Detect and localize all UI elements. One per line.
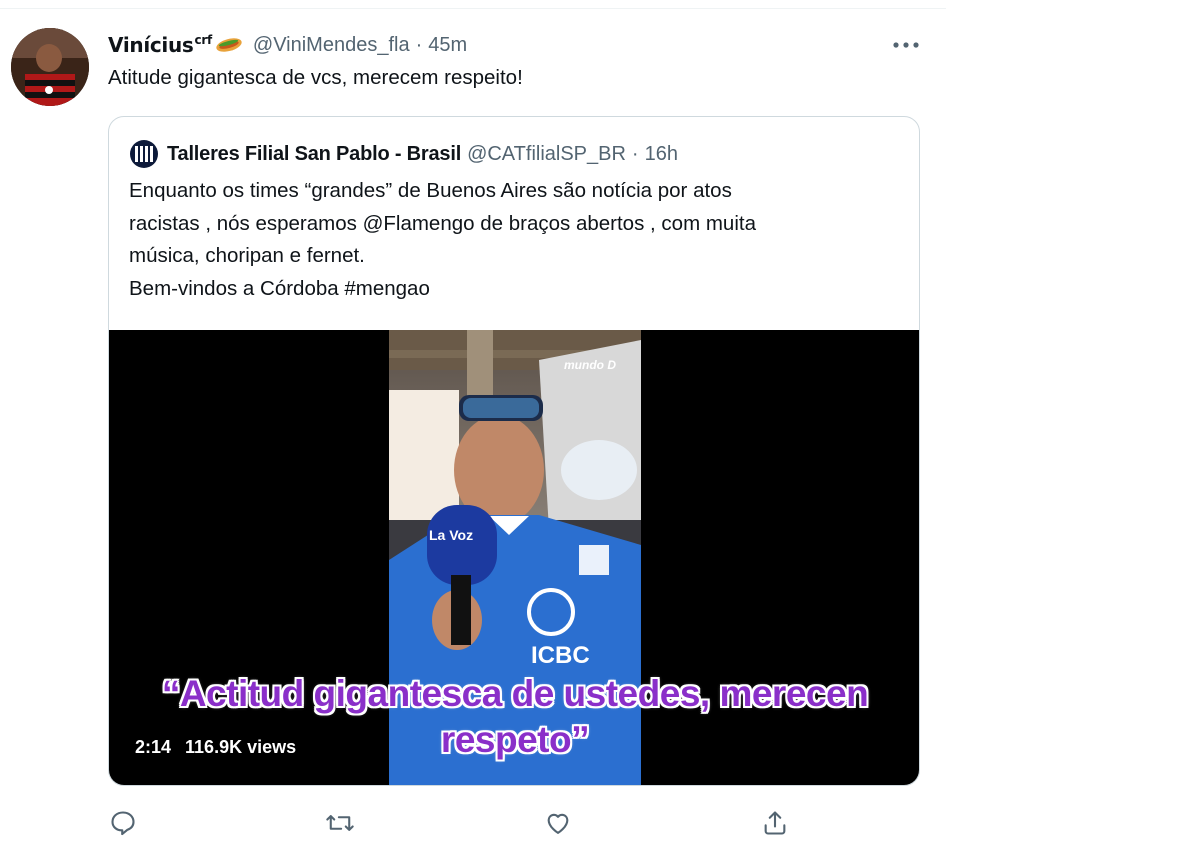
quote-text-line: Bem-vindos a Córdoba #mengao	[129, 276, 430, 300]
author-name-text[interactable]: Vinícius	[108, 33, 194, 57]
mic-label-text: La Voz	[429, 527, 473, 543]
video-player[interactable]: ICBC La Voz mundo D “Actitud gigantesca …	[109, 330, 919, 785]
author-handle[interactable]: @ViniMendes_fla	[253, 34, 410, 57]
tweet-text: Atitude gigantesca de vcs, merecem respe…	[108, 66, 523, 89]
quote-author-handle[interactable]: @CATfilialSP_BR	[467, 143, 626, 166]
quoted-tweet-card[interactable]: Talleres Filial San Pablo - Brasil @CATf…	[108, 116, 920, 786]
share-icon	[764, 811, 786, 835]
avatar-image	[11, 28, 89, 106]
avatar[interactable]	[11, 28, 89, 106]
video-subtitle-line1: “Actitud gigantesca de ustedes, merecen	[161, 673, 869, 714]
author-name-suffix: crf	[194, 33, 213, 48]
video-stats: 2:14 116.9K views	[135, 737, 310, 758]
video-views: 116.9K views	[185, 737, 297, 757]
shirt-sponsor-text: ICBC	[531, 642, 590, 669]
reply-button[interactable]	[106, 806, 140, 840]
sandwich-emoji-icon	[216, 38, 242, 52]
quote-time[interactable]: 16h	[645, 143, 678, 166]
tweet-actions	[108, 806, 908, 840]
video-duration: 2:14	[135, 737, 172, 757]
more-horizontal-icon	[893, 42, 919, 48]
author-display-name[interactable]: Viníciuscrf	[108, 33, 212, 57]
top-divider	[0, 8, 946, 9]
heart-icon	[547, 813, 569, 834]
share-button[interactable]	[758, 806, 792, 840]
quote-text-line: Enquanto os times “grandes” de Buenos Ai…	[129, 179, 732, 202]
retweet-icon	[326, 815, 354, 831]
quote-text-line: música, choripan e fernet.	[129, 244, 365, 267]
more-button[interactable]	[888, 30, 924, 60]
video-watermark: mundo D	[564, 358, 616, 372]
quote-header: Talleres Filial San Pablo - Brasil @CATf…	[129, 139, 678, 169]
like-button[interactable]	[541, 806, 575, 840]
tweet-time[interactable]: 45m	[428, 34, 467, 57]
retweet-button[interactable]	[323, 806, 357, 840]
quote-text-line: racistas , nós esperamos @Flamengo de br…	[129, 211, 756, 235]
quote-meta-separator: ·	[631, 142, 639, 165]
tweet-header: Viníciuscrf @ViniMendes_fla · 45m	[108, 30, 467, 60]
quote-text: Enquanto os times “grandes” de Buenos Ai…	[129, 175, 899, 305]
reply-icon	[111, 811, 135, 836]
meta-separator: ·	[415, 33, 423, 56]
talleres-logo-icon	[130, 140, 158, 168]
quote-author-name[interactable]: Talleres Filial San Pablo - Brasil	[167, 143, 461, 166]
